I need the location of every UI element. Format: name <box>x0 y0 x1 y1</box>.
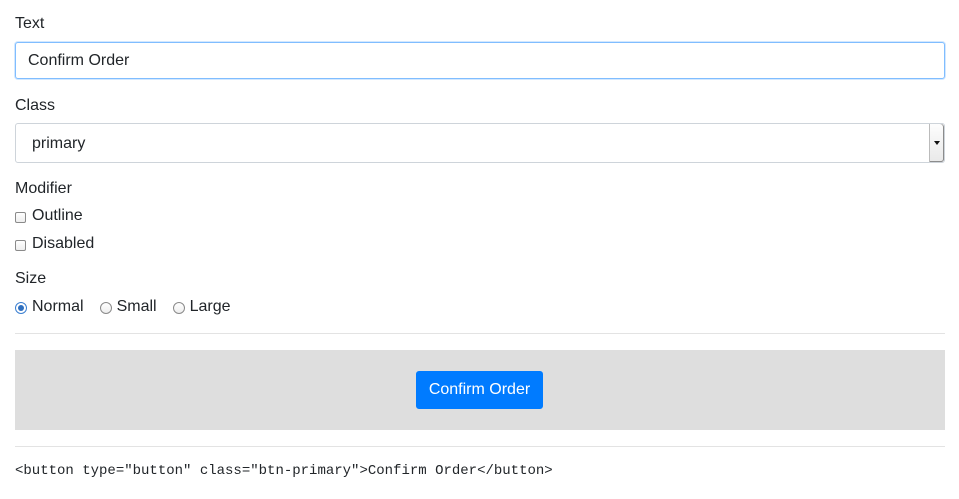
text-input[interactable] <box>15 42 945 79</box>
modifier-label: Modifier <box>15 180 72 197</box>
size-option-normal[interactable]: Normal <box>15 297 84 317</box>
outline-checkbox[interactable] <box>15 211 26 223</box>
dropdown-arrow-icon[interactable] <box>929 124 944 162</box>
code-snippet: <button type="button" class="btn-primary… <box>15 463 553 479</box>
class-select-value: primary <box>32 135 86 152</box>
disabled-checkbox-label: Disabled <box>32 235 95 252</box>
normal-radio[interactable] <box>15 301 27 314</box>
button-preview-area: Confirm Order <box>15 350 945 430</box>
class-select[interactable]: primary <box>15 123 945 163</box>
divider <box>15 446 945 447</box>
divider <box>15 333 945 334</box>
disabled-checkbox-row[interactable]: Disabled <box>15 234 94 254</box>
class-label: Class <box>15 97 56 114</box>
size-option-large[interactable]: Large <box>172 297 231 317</box>
size-radio-group: Normal Small Large <box>15 297 247 317</box>
normal-radio-label: Normal <box>32 298 84 315</box>
small-radio[interactable] <box>99 301 112 314</box>
disabled-checkbox[interactable] <box>15 239 26 251</box>
outline-checkbox-row[interactable]: Outline <box>15 206 83 226</box>
small-radio-label: Small <box>116 298 157 315</box>
text-label: Text <box>15 15 45 32</box>
large-radio[interactable] <box>172 301 185 314</box>
outline-checkbox-label: Outline <box>32 207 83 224</box>
confirm-order-button[interactable]: Confirm Order <box>416 371 543 409</box>
size-option-small[interactable]: Small <box>99 297 157 317</box>
large-radio-label: Large <box>189 298 231 315</box>
size-label: Size <box>15 270 47 287</box>
